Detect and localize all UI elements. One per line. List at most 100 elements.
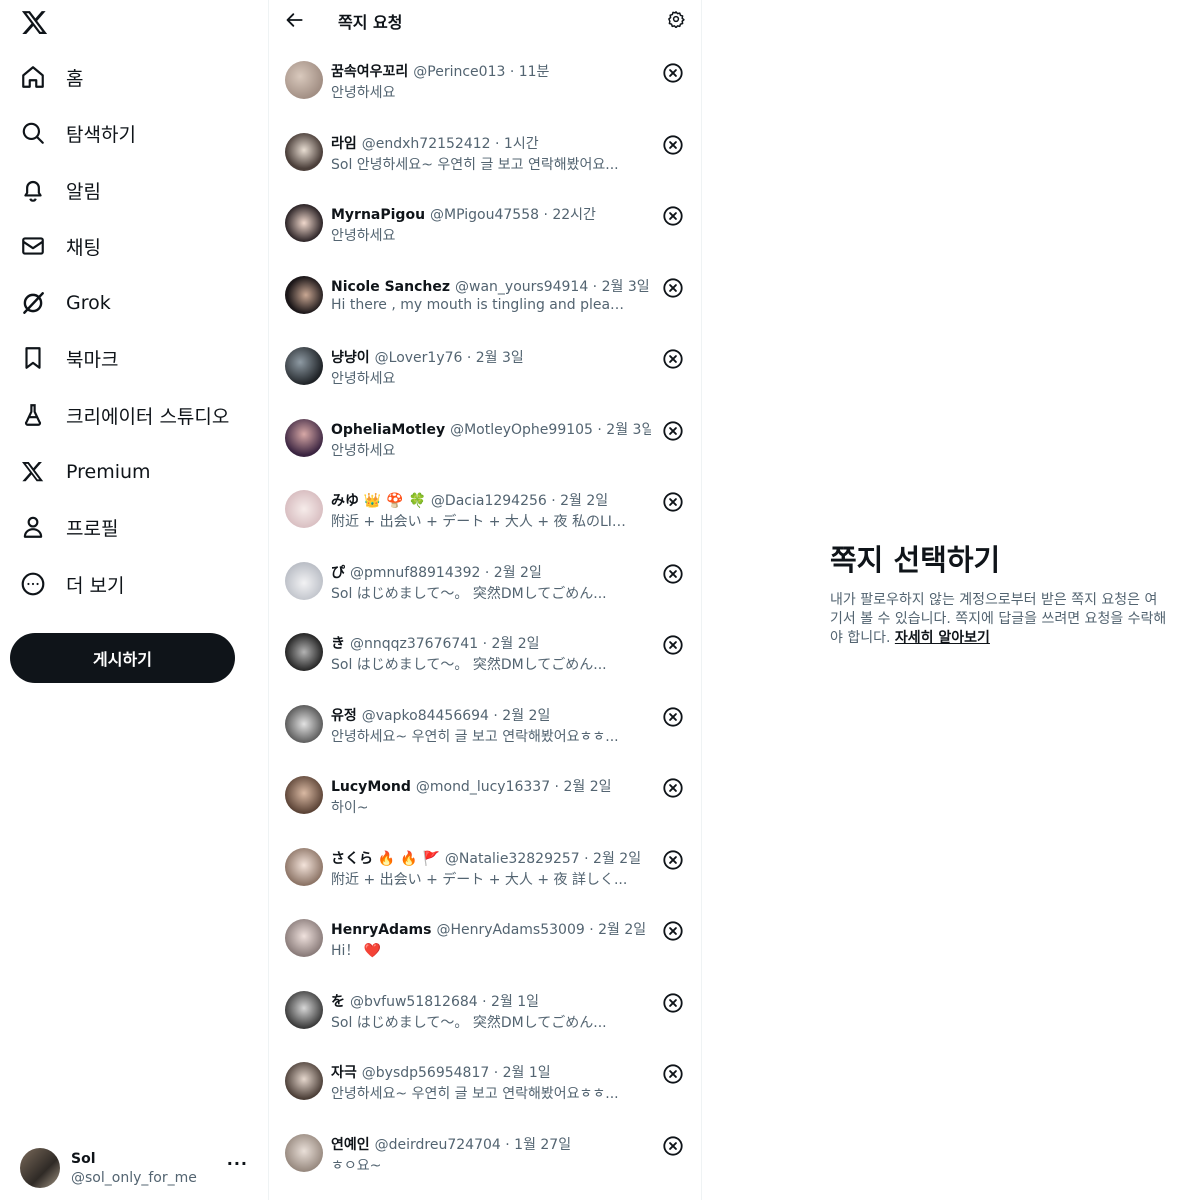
request-item[interactable]: 연예인 @deirdreu724704 · 1월 27일 ㅎㅇ요~ bbox=[269, 1117, 701, 1189]
learn-more-link[interactable]: 자세히 알아보기 bbox=[895, 630, 990, 646]
back-arrow-icon[interactable] bbox=[283, 8, 307, 32]
avatar bbox=[285, 990, 323, 1029]
sender-meta: @MotleyOphe99105 · 2월 3일 bbox=[450, 421, 651, 438]
more-options-icon[interactable]: ··· bbox=[227, 1154, 248, 1173]
sender-meta: @Dacia1294256 · 2월 2일 bbox=[430, 493, 609, 509]
x-logo-icon[interactable] bbox=[20, 8, 50, 38]
request-item[interactable]: を @bvfuw51812684 · 2월 1일 Sol はじめまして〜。 突然D… bbox=[269, 974, 701, 1046]
nav-home[interactable]: 홈 bbox=[10, 53, 103, 101]
request-item[interactable]: 유정 @vapko84456694 · 2월 2일 안녕하세요~ 우연히 글 보고… bbox=[269, 688, 701, 760]
avatar bbox=[285, 275, 323, 314]
nav-bookmarks[interactable]: 북마크 bbox=[10, 334, 138, 382]
nav-profile[interactable]: 프로필 bbox=[10, 503, 138, 551]
request-list: 꿈속여우꼬리 @Perince013 · 11분 안녕하세요 라임 @endxh72… bbox=[269, 44, 701, 1188]
sender-meta: @mond_lucy16337 · 2월 2일 bbox=[415, 779, 612, 795]
close-circle-icon[interactable] bbox=[661, 991, 685, 1015]
message-preview: 하이~ bbox=[331, 800, 369, 816]
nav-grok[interactable]: Grok bbox=[10, 279, 131, 327]
avatar bbox=[20, 1148, 60, 1188]
sender-name: Nicole Sanchez bbox=[331, 278, 451, 295]
sender-meta: @Perince013 · 11분 bbox=[413, 64, 550, 80]
nav-creator-studio[interactable]: 크리에이터 스튜디오 bbox=[10, 391, 249, 439]
close-circle-icon[interactable] bbox=[661, 919, 685, 943]
avatar bbox=[285, 132, 323, 171]
nav-label: 북마크 bbox=[66, 348, 119, 371]
close-circle-icon[interactable] bbox=[661, 61, 685, 85]
close-circle-icon[interactable] bbox=[661, 705, 685, 729]
request-item[interactable]: Nicole Sanchez @wan_yours94914 · 2월 3일 Hi… bbox=[269, 259, 701, 331]
request-item[interactable]: 자극 @bysdp56954817 · 2월 1일 안녕하세요~ 우연히 글 보고… bbox=[269, 1045, 701, 1117]
nav-label: 프로필 bbox=[66, 517, 119, 540]
request-item[interactable]: さくら 🔥 🔥 🚩 @Natalie32829257 · 2월 2일 附近 + 出… bbox=[269, 831, 701, 903]
left-sidebar: 홈 탐색하기 알림 채팅 Grok 북마크 크리에이터 스튜디오 Premium… bbox=[0, 0, 268, 1200]
page-title: 쪽지 요청 bbox=[338, 13, 403, 32]
avatar bbox=[285, 61, 323, 99]
sender-name: OpheliaMotley bbox=[331, 421, 446, 438]
gear-icon[interactable] bbox=[665, 8, 687, 30]
account-name: Sol bbox=[71, 1150, 96, 1167]
request-item[interactable]: みゆ 👑 🍄 🍀 @Dacia1294256 · 2월 2일 附近 + 出会い +… bbox=[269, 473, 701, 545]
request-item[interactable]: 라임 @endxh72152412 · 1시간 Sol 안녕하세요~ 우연히 글 … bbox=[269, 116, 701, 188]
post-button[interactable]: 게시하기 bbox=[10, 633, 235, 683]
sender-name: ぴ bbox=[331, 564, 345, 581]
nav-label: 홈 bbox=[66, 67, 84, 90]
nav-premium[interactable]: Premium bbox=[10, 448, 171, 496]
request-item[interactable]: HenryAdams @HenryAdams53009 · 2월 2일 Hi！ ❤… bbox=[269, 902, 701, 974]
close-circle-icon[interactable] bbox=[661, 1062, 685, 1086]
sender-name: MyrnaPigou bbox=[331, 207, 426, 223]
message-preview: Sol はじめまして〜。 突然DMしてごめん... bbox=[331, 657, 607, 673]
close-circle-icon[interactable] bbox=[661, 276, 685, 300]
nav-label: Grok bbox=[66, 292, 111, 314]
close-circle-icon[interactable] bbox=[661, 133, 685, 157]
close-circle-icon[interactable] bbox=[661, 419, 685, 443]
close-circle-icon[interactable] bbox=[661, 347, 685, 371]
close-circle-icon[interactable] bbox=[661, 490, 685, 514]
close-circle-icon[interactable] bbox=[661, 562, 685, 586]
mail-icon bbox=[20, 233, 46, 259]
close-circle-icon[interactable] bbox=[661, 633, 685, 657]
message-preview: ㅎㅇ요~ bbox=[331, 1157, 382, 1174]
nav-label: Premium bbox=[66, 461, 151, 483]
request-item[interactable]: LucyMond @mond_lucy16337 · 2월 2일 하이~ bbox=[269, 759, 701, 831]
avatar bbox=[285, 561, 323, 600]
message-requests-panel: 쪽지 요청 꿈속여우꼬리 @Perince013 · 11분 안녕하세요 라임 @e… bbox=[268, 0, 702, 1200]
nav-explore[interactable]: 탐색하기 bbox=[10, 109, 156, 157]
bookmark-icon bbox=[20, 345, 46, 371]
request-item[interactable]: 냥냥이 @Lover1y76 · 2월 3일 안녕하세요 bbox=[269, 330, 701, 402]
close-circle-icon[interactable] bbox=[661, 848, 685, 872]
message-preview: 안녕하세요 bbox=[331, 85, 396, 101]
request-item[interactable]: 꿈속여우꼬리 @Perince013 · 11분 안녕하세요 bbox=[269, 44, 701, 116]
message-preview: 附近 + 出会い + デート + 大人 + 夜 詳しく... bbox=[331, 871, 628, 888]
message-preview: Hi！ ❤️ bbox=[331, 943, 382, 959]
request-item[interactable]: ぴ @pmnuf88914392 · 2월 2일 Sol はじめまして〜。 突然D… bbox=[269, 545, 701, 617]
sender-name: 꿈속여우꼬리 bbox=[331, 64, 409, 80]
sender-name: みゆ 👑 🍄 🍀 bbox=[331, 493, 426, 509]
nav-chat[interactable]: 채팅 bbox=[10, 222, 121, 270]
sender-meta: @endxh72152412 · 1시간 bbox=[361, 135, 539, 152]
account-handle: @sol_only_for_me bbox=[71, 1169, 197, 1186]
sender-name: 유정 bbox=[331, 707, 357, 724]
request-item[interactable]: OpheliaMotley @MotleyOphe99105 · 2월 3일 안녕… bbox=[269, 402, 701, 474]
close-circle-icon[interactable] bbox=[661, 1134, 685, 1158]
request-item[interactable]: き @nnqqz37676741 · 2월 2일 Sol はじめまして〜。 突然D… bbox=[269, 616, 701, 688]
close-circle-icon[interactable] bbox=[661, 776, 685, 800]
avatar bbox=[285, 919, 323, 957]
message-preview: Sol はじめまして〜。 突然DMしてごめん... bbox=[331, 1014, 607, 1031]
more-circle-icon bbox=[20, 571, 46, 597]
sender-name: 자극 bbox=[331, 1065, 357, 1081]
sender-meta: @Natalie32829257 · 2월 2일 bbox=[444, 850, 642, 867]
close-circle-icon[interactable] bbox=[661, 204, 685, 228]
message-preview: 안녕하세요~ 우연히 글 보고 연락해봤어요ㅎㅎ... bbox=[331, 1086, 619, 1102]
avatar bbox=[285, 418, 323, 457]
message-preview: 안녕하세요 bbox=[331, 228, 396, 244]
sender-meta: @pmnuf88914392 · 2월 2일 bbox=[350, 564, 542, 581]
nav-label: 더 보기 bbox=[66, 574, 125, 597]
message-preview: 안녕하세요 bbox=[331, 371, 396, 387]
nav-more[interactable]: 더 보기 bbox=[10, 560, 144, 608]
avatar bbox=[285, 776, 323, 814]
request-item[interactable]: MyrnaPigou @MPigou47558 · 22시간 안녕하세요 bbox=[269, 187, 701, 259]
account-switcher[interactable]: Sol @sol_only_for_me ··· bbox=[20, 1146, 260, 1190]
sender-meta: @deirdreu724704 · 1월 27일 bbox=[374, 1136, 572, 1153]
nav-notifications[interactable]: 알림 bbox=[10, 166, 121, 214]
sender-meta: @MPigou47558 · 22시간 bbox=[430, 207, 596, 223]
